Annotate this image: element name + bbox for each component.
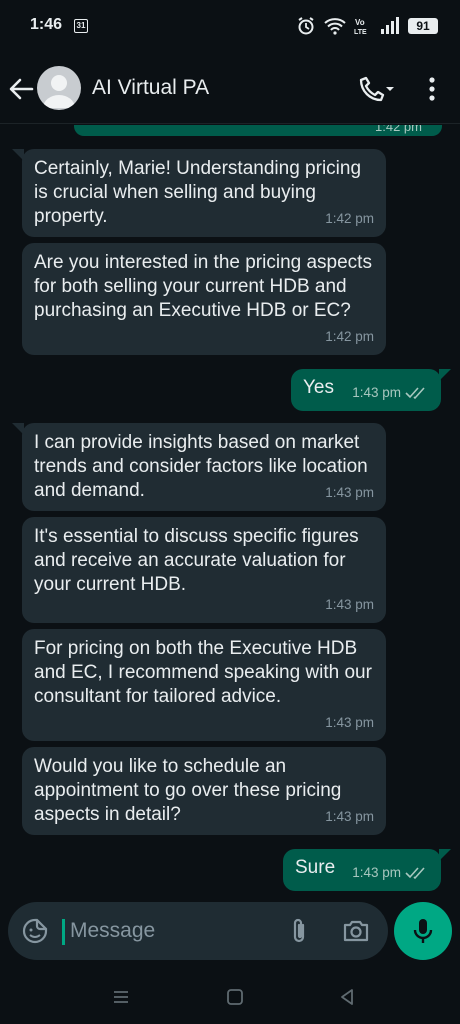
mic-icon <box>413 919 433 943</box>
svg-text:LTE: LTE <box>354 29 367 36</box>
emoji-icon <box>22 918 48 944</box>
message-input[interactable] <box>70 916 270 946</box>
back-button[interactable] <box>6 76 36 102</box>
attach-button[interactable] <box>286 917 312 945</box>
text-cursor <box>62 919 65 945</box>
voice-message-button[interactable] <box>394 902 452 960</box>
message-time: 1:43 pm <box>325 715 374 730</box>
double-check-icon <box>405 387 425 400</box>
status-icons: Vo LTE 91 <box>296 14 438 38</box>
phone-icon <box>359 76 394 102</box>
message-time: 1:43 pm <box>352 385 401 400</box>
incoming-message[interactable]: I can provide insights based on market t… <box>12 423 386 511</box>
message-text: Are you interested in the pricing aspect… <box>34 252 372 321</box>
home-button[interactable] <box>224 986 246 1008</box>
message-meta: 1:43 pm <box>352 861 427 885</box>
outgoing-message[interactable]: Sure 1:43 pm <box>283 849 451 891</box>
recents-icon <box>114 991 128 1003</box>
home-icon <box>227 989 243 1005</box>
volte-icon: Vo LTE <box>354 18 367 36</box>
incoming-message[interactable]: Are you interested in the pricing aspect… <box>22 243 386 355</box>
message-time: 1:42 pm <box>375 125 422 134</box>
system-nav-bar <box>0 968 460 1024</box>
status-time: 1:46 <box>30 16 63 33</box>
message-text: I can provide insights based on market t… <box>34 432 368 501</box>
chat-title[interactable]: AI Virtual PA <box>92 76 209 100</box>
recents-button[interactable] <box>110 986 132 1008</box>
sticker-button[interactable] <box>22 918 48 944</box>
more-options-button[interactable] <box>420 76 444 104</box>
camera-button[interactable] <box>342 918 370 944</box>
svg-text:Vo: Vo <box>355 18 365 27</box>
message-composer <box>8 902 388 960</box>
message-text: Would you like to schedule an appointmen… <box>34 756 342 825</box>
incoming-message[interactable]: It's essential to discuss specific figur… <box>22 517 386 623</box>
back-nav-button[interactable] <box>336 986 358 1008</box>
message-time: 1:43 pm <box>325 485 374 500</box>
avatar[interactable] <box>37 66 81 110</box>
incoming-message[interactable]: Would you like to schedule an appointmen… <box>22 747 386 835</box>
message-text: Certainly, Marie! Understanding pricing … <box>34 158 362 227</box>
message-time: 1:43 pm <box>352 865 401 880</box>
alarm-icon <box>298 17 314 35</box>
message-time: 1:43 pm <box>325 809 374 824</box>
call-button[interactable] <box>356 76 398 104</box>
attach-icon <box>293 918 305 943</box>
double-check-icon <box>405 867 425 880</box>
message-time: 1:43 pm <box>325 597 374 612</box>
message-meta: 1:43 pm <box>352 381 427 405</box>
back-triangle-icon <box>341 989 353 1005</box>
incoming-message[interactable]: For pricing on both the Executive HDB an… <box>22 629 386 741</box>
camera-icon <box>343 920 369 942</box>
incoming-message[interactable]: Certainly, Marie! Understanding pricing … <box>12 149 386 237</box>
message-time: 1:42 pm <box>325 211 374 226</box>
message-text: For pricing on both the Executive HDB an… <box>34 638 372 707</box>
back-arrow-icon <box>9 78 34 100</box>
message-text: It's essential to discuss specific figur… <box>34 526 359 595</box>
avatar-icon <box>43 75 75 108</box>
outgoing-message[interactable]: Yes 1:43 pm <box>291 369 451 411</box>
more-vert-icon <box>429 77 435 101</box>
calendar-icon: 31 <box>74 19 88 33</box>
wifi-icon <box>324 18 346 35</box>
chat-header: AI Virtual PA <box>0 52 460 124</box>
chat-area[interactable]: 1:42 pm Certainly, Marie! Understanding … <box>0 125 460 895</box>
status-bar: 1:46 31 Vo LTE 91 <box>0 0 460 52</box>
outgoing-message-partial[interactable]: 1:42 pm <box>74 125 442 136</box>
battery-icon: 91 <box>408 18 438 34</box>
message-time: 1:42 pm <box>325 329 374 344</box>
signal-icon <box>381 17 399 34</box>
